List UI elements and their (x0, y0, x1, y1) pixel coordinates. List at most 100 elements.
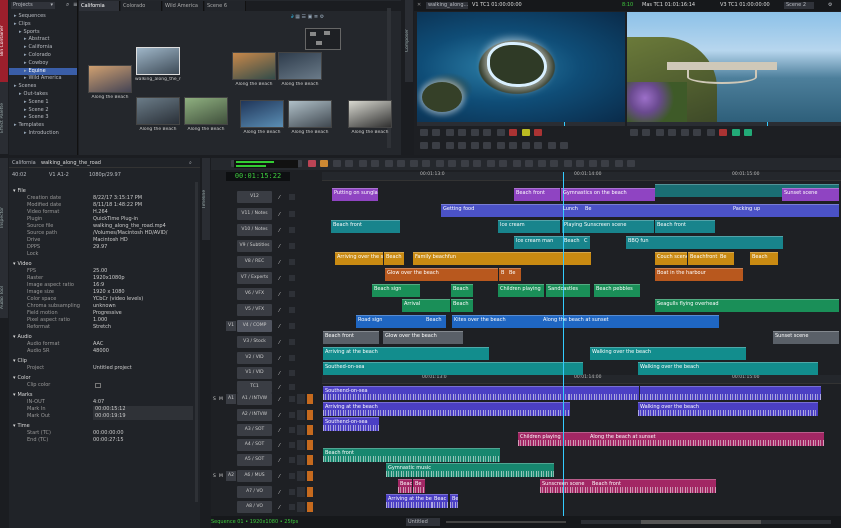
property-value[interactable]: 00:00:27:15 (93, 437, 124, 444)
audio-track-header[interactable]: A3 / SOT ⁄ (211, 423, 313, 437)
audio-clip[interactable]: Beach front (590, 479, 716, 493)
track-toggle[interactable] (289, 412, 295, 418)
tree-item[interactable]: ▸ Scenes (9, 83, 77, 90)
tl-tool-26[interactable] (550, 160, 559, 167)
tl-tool-15[interactable] (410, 160, 419, 167)
track-name[interactable]: A5 / SOT (237, 454, 272, 466)
sync-lock-icon[interactable]: ⁄ (279, 190, 280, 206)
timeline-zoom-slider[interactable] (446, 521, 566, 523)
source-track-label[interactable]: A1 (226, 394, 236, 404)
video-clip[interactable]: Ice cream man (514, 236, 562, 249)
audio-clip[interactable]: Children playing (518, 432, 588, 446)
video-clip[interactable]: Family beachfun (413, 252, 591, 265)
track-name[interactable]: A8 / VO (237, 501, 272, 513)
video-clip[interactable]: Beach front (331, 220, 400, 233)
clip-thumbnail[interactable] (136, 97, 180, 125)
sync-lock-icon[interactable]: ⁄ (279, 408, 280, 424)
tool-10-button[interactable] (534, 142, 543, 149)
video-clip[interactable]: BBQ fun (626, 236, 783, 249)
track-toggle[interactable] (289, 227, 295, 233)
video-track-header[interactable]: V6 / VFX ⁄ (211, 287, 295, 301)
audio-level-icon[interactable] (307, 394, 313, 404)
tl-tool-17[interactable] (435, 160, 444, 167)
tool-6-button[interactable] (483, 142, 492, 149)
frame-view-icon[interactable]: ▣ (308, 14, 313, 20)
property-value[interactable]: /Volumes/Macintosh HD/AVID/ (93, 230, 167, 237)
sync-lock-icon[interactable]: ⁄ (279, 223, 280, 239)
video-clip[interactable]: Getting food (441, 204, 561, 217)
rec-play-button[interactable] (667, 129, 676, 136)
record-scrub-bar[interactable] (627, 122, 841, 126)
inspector-section-header[interactable]: ▾ Marks (9, 392, 200, 399)
video-track-header[interactable]: V11 / Notes ⁄ (211, 207, 295, 221)
property-value[interactable]: 8/11/18 1:48:22 PM (93, 202, 142, 209)
audio-clip[interactable] (640, 386, 821, 400)
video-clip[interactable]: Walking over the beach (638, 362, 818, 375)
link-icon[interactable]: ∂ (291, 14, 294, 20)
menu-icon[interactable]: ≡ (73, 1, 77, 8)
property-value[interactable]: 4:07 (93, 399, 104, 406)
audio-clip[interactable]: Along the beach at sunset (588, 432, 824, 446)
track-name[interactable]: V12 (237, 191, 272, 203)
track-name[interactable]: V10 / Notes (237, 224, 272, 236)
property-value[interactable]: 1.000 (93, 317, 107, 324)
video-clip[interactable]: Sunset scene (773, 331, 839, 344)
clip-thumbnail[interactable] (184, 97, 228, 125)
tl-tool-31[interactable] (614, 160, 623, 167)
clip-thumbnail[interactable] (240, 100, 284, 128)
video-track-header[interactable]: V10 / Notes ⁄ (211, 223, 295, 237)
audio-track-header[interactable]: A4 / SOT ⁄ (211, 438, 313, 452)
video-track-header[interactable]: V7 / Experts ⁄ (211, 271, 295, 285)
video-track-header[interactable]: V8 / REC ⁄ (211, 255, 295, 269)
tl-tool-23[interactable] (512, 160, 521, 167)
audio-level-icon[interactable] (307, 425, 313, 435)
tree-item[interactable]: ▸ Clips (9, 21, 77, 28)
track-toggle[interactable] (289, 473, 295, 479)
tree-item[interactable]: ▸ Sports (9, 29, 77, 36)
bin-tab[interactable]: Colorado (121, 1, 162, 11)
tl-tool-21[interactable] (486, 160, 495, 167)
tool-3-button[interactable] (445, 142, 454, 149)
rec-mark-out-button[interactable] (642, 129, 650, 136)
track-name[interactable]: A6 / MUS (237, 470, 272, 482)
sync-lock-icon[interactable]: ⁄ (279, 239, 280, 255)
track-name[interactable]: V2 / VID (237, 352, 272, 364)
rec-step-back-button[interactable] (655, 129, 664, 136)
video-clip[interactable]: Packing up (731, 204, 839, 217)
track-toggle[interactable] (289, 323, 295, 329)
tool-8-button[interactable] (508, 142, 517, 149)
timeline-ruler-audio[interactable]: 00:01:13:0 00:01:14:00 00:01:15:00 (322, 375, 841, 384)
track-toggle[interactable] (289, 275, 295, 281)
track-name[interactable]: V7 / Experts (237, 272, 272, 284)
audio-clip[interactable]: Sunscreen scene (540, 479, 590, 493)
tab-effect-palette[interactable]: Effect Palette (0, 82, 8, 154)
track-name[interactable]: V1 / VID (237, 367, 272, 379)
clip-thumbnail[interactable] (288, 100, 332, 128)
sync-lock-icon[interactable]: ⁄ (279, 453, 280, 469)
overwrite-button[interactable] (496, 129, 505, 136)
track-toggle[interactable] (289, 339, 295, 345)
video-clip[interactable]: Glow over the beach (385, 268, 498, 281)
waveform-icon[interactable] (297, 471, 305, 481)
inspector-scrollbar[interactable] (195, 182, 198, 502)
timeline-scrollbar[interactable] (581, 520, 831, 524)
tree-item[interactable]: ▸ Wild America (9, 75, 77, 82)
waveform-icon[interactable] (297, 440, 305, 450)
settings-icon[interactable]: ⚙ (320, 14, 324, 20)
clip-thumbnail[interactable] (232, 52, 276, 80)
audio-track-header[interactable]: A2 A6 / MUS ⁄ S M (211, 469, 313, 483)
track-name[interactable]: V8 / REC (237, 256, 272, 268)
tab-bin-container[interactable]: Bin Container (0, 0, 8, 82)
video-clip[interactable]: Playing (562, 220, 582, 233)
property-value[interactable]: Macintosh HD (93, 237, 128, 244)
step-forward-button[interactable] (471, 129, 480, 136)
video-track-header[interactable]: V2 / VID ⁄ (211, 351, 295, 365)
track-toggle[interactable] (289, 194, 295, 200)
tree-item[interactable]: ▸ Cowboy (9, 60, 77, 67)
property-value[interactable]: 00:00:00:00 (93, 430, 124, 437)
source-track-label[interactable]: V1 (226, 321, 236, 331)
source-monitor-image[interactable] (417, 12, 625, 122)
timeline-timecode[interactable]: 00:01:15:22 (226, 172, 290, 181)
property-value[interactable]: 29.97 (93, 244, 107, 251)
clip-thumbnail[interactable] (278, 52, 322, 80)
